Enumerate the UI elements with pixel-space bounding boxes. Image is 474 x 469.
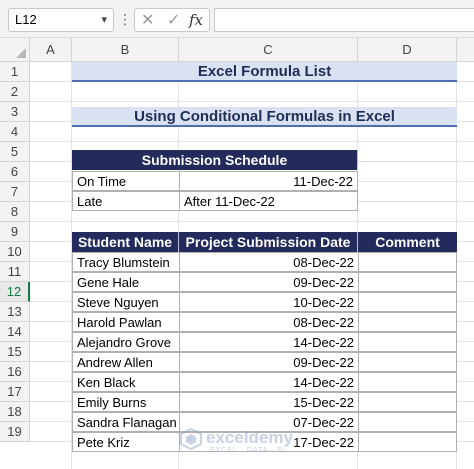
- row-header-12[interactable]: 12: [0, 282, 30, 302]
- student-name-cell[interactable]: Sandra Flanagan: [72, 412, 180, 432]
- comment-cell[interactable]: [358, 432, 457, 452]
- comment-cell[interactable]: [358, 352, 457, 372]
- row-header-18[interactable]: 18: [0, 402, 30, 422]
- comment-cell[interactable]: [358, 332, 457, 352]
- chevron-down-icon[interactable]: ▾: [101, 9, 107, 31]
- submission-date-cell[interactable]: 15-Dec-22: [179, 392, 359, 412]
- student-name-cell[interactable]: Gene Hale: [72, 272, 180, 292]
- exceldemy-watermark: exceldemy EXCEL · DATA · BI: [180, 427, 293, 458]
- comment-cell[interactable]: [358, 412, 457, 432]
- column-header-d[interactable]: D: [358, 38, 457, 62]
- student-name-cell[interactable]: Ken Black: [72, 372, 180, 392]
- row-header-11[interactable]: 11: [0, 262, 30, 282]
- comment-cell[interactable]: [358, 312, 457, 332]
- gridline-row: [30, 141, 474, 142]
- row-header-3[interactable]: 3: [0, 102, 30, 122]
- cancel-icon[interactable]: ✕: [141, 10, 154, 30]
- submission-date-cell[interactable]: 10-Dec-22: [179, 292, 359, 312]
- select-all-corner[interactable]: [0, 38, 30, 62]
- student-name-cell[interactable]: Alejandro Grove: [72, 332, 180, 352]
- submission-date-cell[interactable]: 08-Dec-22: [179, 312, 359, 332]
- student-name-cell[interactable]: Pete Kriz: [72, 432, 180, 452]
- comment-cell[interactable]: [358, 272, 457, 292]
- column-header-b[interactable]: B: [72, 38, 179, 62]
- submission-date-cell[interactable]: 09-Dec-22: [179, 352, 359, 372]
- formula-buttons: ✕ ✓ fx: [134, 8, 210, 32]
- schedule-label-on-time[interactable]: On Time: [72, 171, 180, 191]
- name-box-value: L12: [15, 12, 37, 27]
- select-all-triangle-icon: [16, 48, 26, 58]
- watermark-tagline: EXCEL · DATA · BI: [210, 447, 286, 454]
- comment-cell[interactable]: [358, 252, 457, 272]
- student-name-cell[interactable]: Emily Burns: [72, 392, 180, 412]
- row-header-13[interactable]: 13: [0, 302, 30, 322]
- row-header-7[interactable]: 7: [0, 182, 30, 202]
- submission-date-cell[interactable]: 08-Dec-22: [179, 252, 359, 272]
- sheet-subtitle[interactable]: Using Conditional Formulas in Excel: [72, 107, 457, 127]
- student-name-cell[interactable]: Steve Nguyen: [72, 292, 180, 312]
- schedule-header[interactable]: Submission Schedule: [72, 150, 358, 170]
- row-header-6[interactable]: 6: [0, 162, 30, 182]
- row-header-2[interactable]: 2: [0, 82, 30, 102]
- row-header-17[interactable]: 17: [0, 382, 30, 402]
- row-header-10[interactable]: 10: [0, 242, 30, 262]
- watermark-name: exceldemy: [206, 428, 293, 447]
- submission-date-cell[interactable]: 14-Dec-22: [179, 372, 359, 392]
- row-header-15[interactable]: 15: [0, 342, 30, 362]
- column-header-c[interactable]: C: [179, 38, 358, 62]
- comment-cell[interactable]: [358, 372, 457, 392]
- row-header-9[interactable]: 9: [0, 222, 30, 242]
- exceldemy-logo-icon: [180, 427, 202, 451]
- comment-cell[interactable]: [358, 392, 457, 412]
- gridline-row: [30, 221, 474, 222]
- row-header-8[interactable]: 8: [0, 202, 30, 222]
- schedule-value-late[interactable]: After 11-Dec-22: [179, 191, 358, 211]
- row-header-5[interactable]: 5: [0, 142, 30, 162]
- submission-date-cell[interactable]: 14-Dec-22: [179, 332, 359, 352]
- schedule-value-on-time[interactable]: 11-Dec-22: [179, 171, 358, 191]
- name-box[interactable]: L12 ▾: [8, 8, 114, 32]
- insert-function-icon[interactable]: fx: [189, 11, 203, 29]
- row-header-14[interactable]: 14: [0, 322, 30, 342]
- row-header-16[interactable]: 16: [0, 362, 30, 382]
- column-header-e[interactable]: [457, 38, 474, 62]
- formula-input[interactable]: [214, 8, 474, 32]
- row-header-4[interactable]: 4: [0, 122, 30, 142]
- table-header-comment[interactable]: Comment: [358, 232, 457, 252]
- sheet-title[interactable]: Excel Formula List: [72, 62, 457, 82]
- formula-bar: L12 ▾ ⋮ ✕ ✓ fx: [0, 0, 474, 38]
- column-header-a[interactable]: A: [30, 38, 72, 62]
- student-name-cell[interactable]: Tracy Blumstein: [72, 252, 180, 272]
- more-options-icon[interactable]: ⋮: [118, 10, 132, 28]
- student-name-cell[interactable]: Harold Pawlan: [72, 312, 180, 332]
- submission-date-cell[interactable]: 09-Dec-22: [179, 272, 359, 292]
- row-header-1[interactable]: 1: [0, 62, 30, 82]
- student-name-cell[interactable]: Andrew Allen: [72, 352, 180, 372]
- gridline-row: [30, 101, 474, 102]
- enter-check-icon[interactable]: ✓: [167, 10, 180, 30]
- comment-cell[interactable]: [358, 292, 457, 312]
- schedule-label-late[interactable]: Late: [72, 191, 180, 211]
- table-header-student-name[interactable]: Student Name: [72, 232, 179, 252]
- table-header-submission-date[interactable]: Project Submission Date: [179, 232, 358, 252]
- row-header-19[interactable]: 19: [0, 422, 30, 442]
